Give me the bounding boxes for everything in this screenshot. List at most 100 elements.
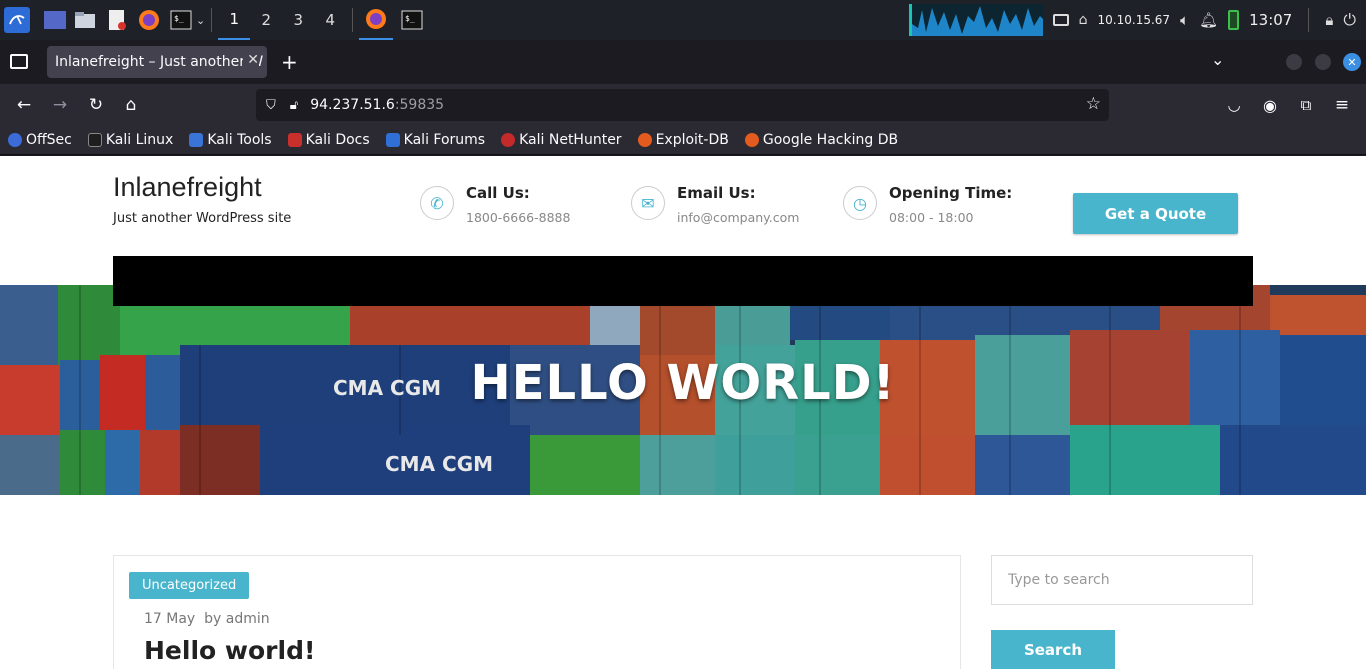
- clock-icon: ◷: [843, 186, 877, 220]
- svg-text:$_: $_: [405, 14, 415, 23]
- contact-value: 1800-6666-8888: [466, 210, 571, 225]
- workspace-3[interactable]: 3: [282, 0, 314, 40]
- url-host: 94.237.51.6: [310, 97, 395, 113]
- contact-label: Call Us:: [466, 184, 530, 202]
- contact-label: Opening Time:: [889, 184, 1013, 202]
- bookmark-kali-tools[interactable]: Kali Tools: [189, 132, 272, 148]
- logout-icon[interactable]: ⏻: [1343, 10, 1356, 30]
- exploit-db-icon: [637, 133, 652, 147]
- get-a-quote-button[interactable]: Get a Quote: [1073, 193, 1238, 234]
- menu-icon[interactable]: ≡: [1327, 90, 1357, 120]
- workspace-4[interactable]: 4: [314, 0, 346, 40]
- tab-title: Inlanefreight – Just another W: [55, 54, 264, 70]
- nethunter-icon: [501, 133, 516, 147]
- ip-address: 10.10.15.67: [1097, 13, 1171, 27]
- tab-inlanefreight[interactable]: Inlanefreight – Just another W ✕: [47, 46, 267, 78]
- ghdb-icon: [744, 133, 759, 147]
- tracking-shield-icon[interactable]: ⛉: [266, 98, 276, 113]
- envelope-icon: ✉: [631, 186, 665, 220]
- terminal-window-icon[interactable]: $_: [399, 7, 425, 33]
- post-date[interactable]: 17 May: [144, 611, 195, 627]
- close-tab-icon[interactable]: ✕: [243, 52, 259, 68]
- bookmark-kali-linux[interactable]: Kali Linux: [87, 132, 173, 148]
- bookmark-star-icon[interactable]: ☆: [1086, 94, 1101, 114]
- notification-bell-icon[interactable]: 🔔︎: [1199, 11, 1218, 29]
- maximize-window-icon[interactable]: [1315, 54, 1331, 70]
- kali-dragon-icon: [87, 133, 102, 147]
- firefox-view-icon[interactable]: [10, 54, 28, 69]
- phone-icon: ✆: [420, 186, 454, 220]
- site-tagline: Just another WordPress site: [113, 211, 292, 226]
- workspace-1[interactable]: 1: [218, 0, 251, 40]
- search-button[interactable]: Search: [991, 630, 1115, 669]
- extensions-icon[interactable]: ⧉: [1291, 90, 1321, 120]
- cpu-graph: [908, 4, 1043, 36]
- minimize-window-icon[interactable]: [1286, 54, 1302, 70]
- post-author[interactable]: admin: [226, 611, 270, 627]
- firefox-launcher-icon[interactable]: [136, 7, 162, 33]
- search-input[interactable]: Type to search: [991, 555, 1253, 605]
- new-tab-icon[interactable]: +: [281, 50, 298, 74]
- kali-tools-icon: [189, 133, 204, 147]
- back-icon[interactable]: ←: [9, 90, 39, 120]
- svg-text:$_: $_: [174, 14, 184, 23]
- offsec-icon: [8, 133, 22, 147]
- chevron-down-icon[interactable]: ⌄: [196, 14, 205, 27]
- category-badge[interactable]: Uncategorized: [129, 572, 250, 599]
- system-tray: ⌂ 10.10.15.67 🔈︎ 🔔︎ 13:07 🔒︎ ⏻: [908, 0, 1366, 40]
- bookmark-kali-docs[interactable]: Kali Docs: [287, 132, 370, 148]
- bookmark-label: Kali Tools: [207, 132, 272, 148]
- main-navigation-bar[interactable]: [113, 256, 1253, 306]
- forward-icon[interactable]: →: [45, 90, 75, 120]
- bookmark-kali-nethunter[interactable]: Kali NetHunter: [501, 132, 622, 148]
- web-page: Inlanefreight Just another WordPress sit…: [0, 156, 1366, 669]
- text-editor-icon[interactable]: [104, 7, 130, 33]
- bookmarks-toolbar: OffSec Kali Linux Kali Tools Kali Docs K…: [0, 126, 1366, 155]
- contact-label: Email Us:: [677, 184, 756, 202]
- kali-forums-icon: [385, 133, 400, 147]
- post-title[interactable]: Hello world!: [144, 636, 315, 665]
- bookmark-label: Exploit-DB: [655, 132, 729, 148]
- reload-icon[interactable]: ↻: [81, 90, 111, 120]
- post-card: Uncategorized 17 May by admin Hello worl…: [113, 555, 961, 669]
- bookmark-offsec[interactable]: OffSec: [8, 132, 72, 148]
- hero-title: HELLO WORLD!: [470, 355, 896, 411]
- bookmark-exploit-db[interactable]: Exploit-DB: [637, 132, 729, 148]
- kali-menu-icon[interactable]: [4, 7, 30, 33]
- os-taskbar: $_ ⌄ 1 2 3 4 $_ ⌂ 10.10.15.67 🔈︎ 🔔︎ 13:0…: [0, 0, 1366, 40]
- battery-icon[interactable]: [1228, 10, 1240, 30]
- clock: 13:07: [1249, 11, 1293, 29]
- display-icon[interactable]: [1052, 14, 1069, 26]
- close-window-icon[interactable]: ✕: [1343, 53, 1361, 71]
- firefox-window-icon[interactable]: [359, 0, 394, 40]
- url-port: :59835: [394, 97, 445, 113]
- contact-value: 08:00 - 18:00: [889, 210, 974, 225]
- pocket-icon[interactable]: ◡: [1219, 90, 1249, 120]
- post-author-prefix: by: [204, 611, 222, 627]
- bookmark-label: Kali NetHunter: [519, 132, 622, 148]
- show-desktop-icon[interactable]: [44, 11, 66, 29]
- volume-icon[interactable]: 🔈︎: [1180, 11, 1189, 29]
- bookmark-label: Google Hacking DB: [762, 132, 899, 148]
- hero-banner: CMA CGM CMA CGM HELLO WORLD!: [0, 285, 1366, 495]
- vpn-lock-icon[interactable]: ⌂: [1079, 12, 1088, 28]
- account-icon[interactable]: ◉: [1255, 90, 1285, 120]
- list-tabs-chevron-icon[interactable]: ⌄: [1211, 50, 1224, 69]
- bookmark-label: Kali Forums: [403, 132, 486, 148]
- browser-tab-bar: Inlanefreight – Just another W ✕ + ⌄ ✕: [0, 40, 1366, 84]
- bookmark-kali-forums[interactable]: Kali Forums: [385, 132, 486, 148]
- file-manager-icon[interactable]: [72, 7, 98, 33]
- bookmark-label: OffSec: [26, 132, 72, 148]
- bookmark-google-hacking-db[interactable]: Google Hacking DB: [744, 132, 899, 148]
- kali-docs-icon: [287, 133, 302, 147]
- taskbar-separator: [211, 8, 213, 32]
- url-bar[interactable]: ⛉ 🔓︎ 94.237.51.6 :59835 ☆: [256, 89, 1109, 121]
- insecure-lock-icon[interactable]: 🔓︎: [290, 98, 298, 113]
- workspace-2[interactable]: 2: [250, 0, 282, 40]
- home-icon[interactable]: ⌂: [116, 90, 146, 120]
- site-title[interactable]: Inlanefreight: [113, 172, 262, 203]
- terminal-launcher-icon[interactable]: $_: [168, 7, 194, 33]
- post-meta: 17 May by admin: [144, 611, 270, 627]
- lock-screen-icon[interactable]: 🔒︎: [1325, 11, 1333, 29]
- container-text: CMA CGM: [385, 452, 493, 476]
